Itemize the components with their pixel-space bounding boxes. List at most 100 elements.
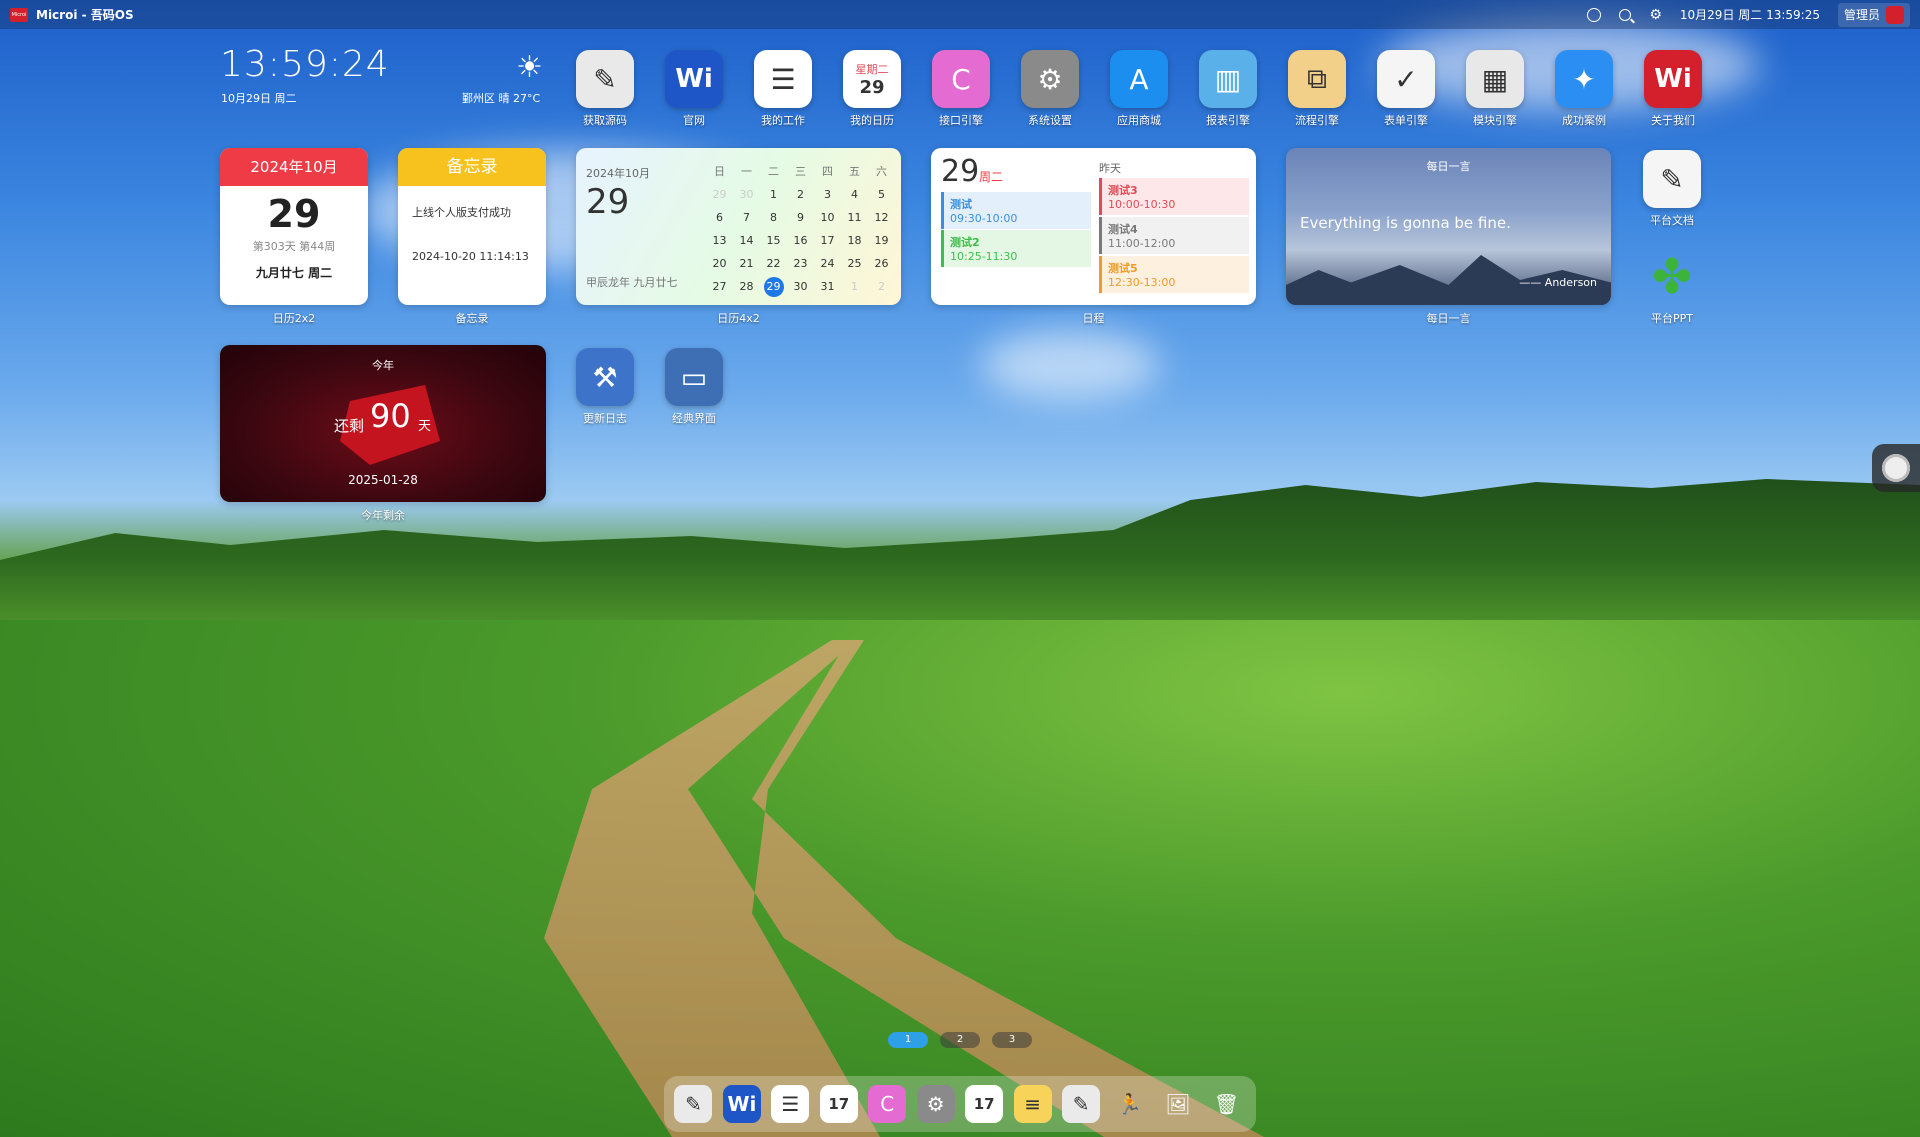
desktop-icon[interactable]: Wi 关于我们 (1633, 50, 1713, 128)
clock-date: 10月29日 周二 (221, 92, 297, 105)
desktop-icon[interactable]: ✓ 表单引擎 (1366, 50, 1446, 128)
page-dot[interactable]: 2 (940, 1032, 980, 1048)
page-dot[interactable]: 3 (992, 1032, 1032, 1048)
pen-icon[interactable]: ✎ (674, 1085, 713, 1123)
schedule-widget[interactable]: 29 周二 昨天 测试 09:30-10:00 测试2 10:25-11:30 测试3 1… (931, 148, 1256, 305)
desktop-icon[interactable]: A 应用商城 (1099, 50, 1179, 128)
memo-time: 2024-10-20 11:14:13 (412, 250, 529, 263)
calendar-date-cell[interactable]: 31 (814, 277, 841, 300)
gear-icon[interactable]: ⚙ (916, 1085, 955, 1123)
daily-quote-widget[interactable]: 每日一言 Everything is gonna be fine. —— And… (1286, 148, 1611, 305)
desktop-icon[interactable]: ⧉ 流程引擎 (1277, 50, 1357, 128)
memo-widget[interactable]: 备忘录 上线个人版支付成功 2024-10-20 11:14:13 (398, 148, 546, 305)
desktop-icon[interactable]: C 接口引擎 (921, 50, 1001, 128)
desktop-icon[interactable]: ▦ 模块引擎 (1455, 50, 1535, 128)
schedule-event[interactable]: 测试3 10:00-10:30 (1099, 178, 1249, 215)
api-icon[interactable]: C (868, 1085, 907, 1123)
calendar-date-cell[interactable]: 1 (760, 185, 787, 208)
calendar-date-cell[interactable]: 1 (841, 277, 868, 300)
calendar-2x2-widget[interactable]: 2024年10月 29 第303天 第44周 九月廿七 周二 (220, 148, 368, 305)
calendar-date-cell[interactable]: 20 (706, 254, 733, 277)
desktop-icon[interactable]: ⚒ 更新日志 (565, 348, 645, 426)
desktop-icon[interactable]: ✎ 获取源码 (565, 50, 645, 128)
app-title[interactable]: Microi - 吾码OS (36, 6, 134, 23)
gear-icon: ⚙ (1021, 50, 1079, 108)
calendar-4x2-widget[interactable]: 2024年10月 29 甲辰龙年 九月廿七 日一二三四五六 29 30 1 2 3 4 5 6 7… (576, 148, 901, 305)
doc-icon: ✎ (1643, 150, 1701, 208)
calendar-date-cell[interactable]: 12 (868, 208, 895, 231)
report-icon: ▥ (1199, 50, 1257, 108)
year-remaining-widget[interactable]: 今年 还剩 90 天 2025-01-28 (220, 345, 546, 502)
app-logo-icon[interactable]: Microi (10, 7, 28, 22)
desktop-icon-label: 应用商城 (1117, 114, 1161, 127)
calendar-date-cell[interactable]: 9 (787, 208, 814, 231)
calendar-date-cell[interactable]: 30 (787, 277, 814, 300)
desktop-icon[interactable]: 星期二 29 我的日历 (832, 50, 912, 128)
sun-icon: ☀ (516, 50, 543, 85)
calendar-date-cell[interactable]: 23 (787, 254, 814, 277)
calendar-date-cell[interactable]: 30 (733, 185, 760, 208)
pen-icon[interactable]: ✎ (1062, 1085, 1101, 1123)
desktop-icon[interactable]: Wi 官网 (654, 50, 734, 128)
menu-bar-datetime[interactable]: 10月29日 周二 13:59:25 (1680, 6, 1820, 23)
calendar-date-cell[interactable]: 10 (814, 208, 841, 231)
calendar-date-cell[interactable]: 13 (706, 231, 733, 254)
calendar-date-cell[interactable]: 5 (868, 185, 895, 208)
calendar-date-cell[interactable]: 22 (760, 254, 787, 277)
desktop-icon[interactable]: ▭ 经典界面 (654, 348, 734, 426)
page-dot[interactable]: 1 (888, 1032, 928, 1048)
user-menu[interactable]: 管理员 (1837, 2, 1910, 27)
notes-icon[interactable]: ≡ (1013, 1085, 1052, 1123)
desktop-icon[interactable]: ✦ 成功案例 (1544, 50, 1624, 128)
calendar-date-cell[interactable]: 21 (733, 254, 760, 277)
calendar-date-cell[interactable]: 28 (733, 277, 760, 300)
page-indicator: 123 (888, 1032, 1032, 1048)
calendar-date-cell[interactable]: 4 (841, 185, 868, 208)
calendar-icon[interactable]: 17 (819, 1085, 858, 1123)
search-icon[interactable] (1619, 8, 1632, 21)
calendar-date-cell[interactable]: 26 (868, 254, 895, 277)
desktop-icon-label: 系统设置 (1028, 114, 1072, 127)
calendar-date-cell[interactable]: 11 (841, 208, 868, 231)
calendar-date-cell[interactable]: 2 (868, 277, 895, 300)
calendar-icon[interactable]: 17 (965, 1085, 1004, 1123)
calendar-week-row: 29 30 1 2 3 4 5 (706, 185, 896, 208)
calendar-date-cell[interactable]: 3 (814, 185, 841, 208)
calendar-date-cell[interactable]: 29 (706, 185, 733, 208)
desktop-icon[interactable]: ▥ 报表引擎 (1188, 50, 1268, 128)
calendar-date-cell[interactable]: 19 (868, 231, 895, 254)
calendar-date-cell[interactable]: 27 (706, 277, 733, 300)
calendar-date-cell[interactable]: 14 (733, 231, 760, 254)
widget-label: 日历2x2 (272, 312, 316, 325)
schedule-event[interactable]: 测试4 11:00-12:00 (1099, 217, 1249, 254)
schedule-event[interactable]: 测试2 10:25-11:30 (941, 230, 1091, 267)
calendar-date-cell[interactable]: 7 (733, 208, 760, 231)
widget-label: 每日一言 (1426, 312, 1471, 325)
chat-icon[interactable] (1587, 7, 1602, 22)
desktop-icon-label: 表单引擎 (1384, 114, 1428, 127)
runner-icon[interactable]: 🏃 (1111, 1085, 1149, 1123)
calendar-date-cell[interactable]: 17 (814, 231, 841, 254)
desktop-icon[interactable]: ✤ 平台PPT (1632, 248, 1712, 326)
calendar-date-cell[interactable]: 16 (787, 231, 814, 254)
calendar-date-cell[interactable]: 24 (814, 254, 841, 277)
wi-logo-icon[interactable]: Wi (722, 1085, 761, 1123)
schedule-event[interactable]: 测试 09:30-10:00 (941, 192, 1091, 229)
schedule-event[interactable]: 测试5 12:30-13:00 (1099, 256, 1249, 293)
desktop-icon[interactable]: ⚙ 系统设置 (1010, 50, 1090, 128)
calendar-date-cell[interactable]: 6 (706, 208, 733, 231)
calendar-date-cell[interactable]: 15 (760, 231, 787, 254)
list-icon[interactable]: ☰ (771, 1085, 810, 1123)
settings-icon[interactable]: ⚙ (1649, 7, 1662, 23)
calendar-date-cell[interactable]: 2 (787, 185, 814, 208)
calendar-date-cell[interactable]: 25 (841, 254, 868, 277)
calendar-icon: 星期二 29 (843, 50, 901, 108)
photos-icon[interactable]: 🖼 (1159, 1085, 1197, 1123)
calendar-date-cell[interactable]: 18 (841, 231, 868, 254)
calendar-date-cell[interactable]: 29 (763, 277, 784, 297)
calendar-date-cell[interactable]: 8 (760, 208, 787, 231)
assistive-touch-button[interactable] (1872, 444, 1920, 492)
desktop-icon[interactable]: ☰ 我的工作 (743, 50, 823, 128)
desktop-icon[interactable]: ✎ 平台文档 (1632, 150, 1712, 228)
trash-icon[interactable]: 🗑 (1207, 1085, 1245, 1123)
